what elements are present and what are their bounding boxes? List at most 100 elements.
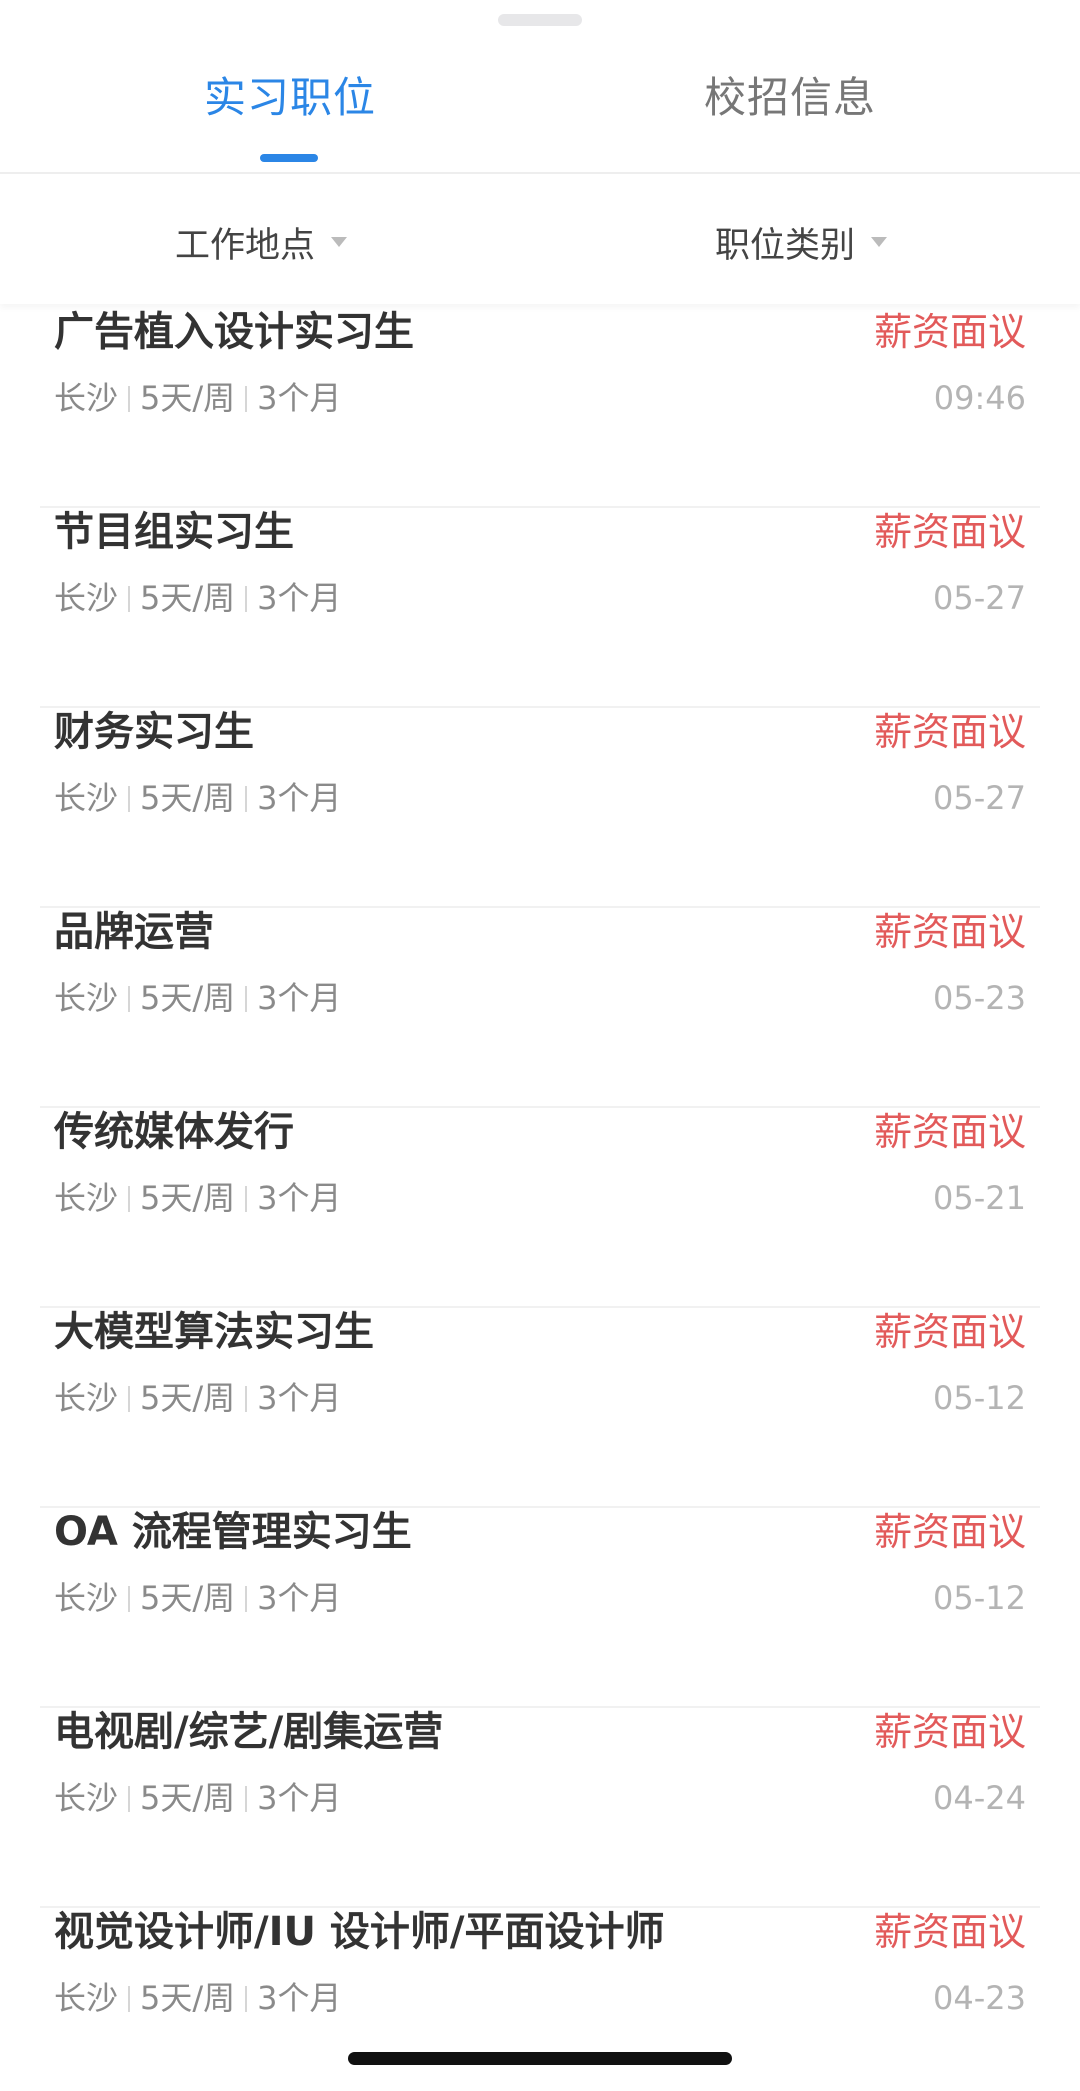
caret-down-icon [871, 237, 888, 247]
job-salary: 薪资面议 [873, 910, 1026, 954]
job-meta: 长沙 5天/周 3个月 [54, 376, 342, 420]
job-salary: 薪资面议 [873, 1710, 1026, 1754]
job-meta: 长沙 5天/周 3个月 [54, 1776, 342, 1820]
job-title: 电视剧/综艺/剧集运营 [54, 1709, 444, 1755]
job-duration: 3个月 [257, 779, 342, 817]
job-title: OA 流程管理实习生 [54, 1509, 412, 1555]
separator [245, 786, 248, 812]
job-city: 长沙 [54, 979, 119, 1017]
job-title: 大模型算法实习生 [54, 1309, 374, 1355]
active-tab-indicator [260, 154, 318, 162]
job-item[interactable]: 传统媒体发行 薪资面议长沙 5天/周 3个月 05-21 [40, 1108, 1040, 1308]
job-item[interactable]: 广告植入设计实习生 薪资面议 长沙 5天/周 3个月 09:46 [40, 308, 1040, 508]
job-days: 5天/周 [140, 1379, 236, 1417]
separator [245, 1186, 248, 1212]
job-days: 5天/周 [140, 779, 236, 817]
job-days: 5天/周 [140, 1979, 236, 2014]
tab-internships[interactable]: 实习职位 [140, 68, 440, 128]
job-date: 05-27 [933, 579, 1026, 617]
separator [245, 1586, 248, 1612]
separator [245, 1786, 248, 1812]
job-title: 财务实习生 [54, 709, 254, 755]
job-date: 05-23 [933, 979, 1026, 1017]
job-item[interactable]: 视觉设计师/IU 设计师/平面设计师 薪资面议长沙 5天/周 3个月 04-23 [40, 1908, 1040, 2014]
job-list[interactable]: 广告植入设计实习生 薪资面议 长沙 5天/周 3个月 09:46 节目组实习生薪资面… [0, 304, 1080, 2014]
filter-category-dropdown[interactable]: 职位类别 [715, 214, 888, 270]
tab-bar: 实习职位 校招信息 [0, 40, 1080, 174]
job-title: 品牌运营 [54, 909, 214, 955]
job-date: 09:46 [933, 379, 1026, 417]
job-days: 5天/周 [140, 1779, 236, 1817]
job-duration: 3个月 [257, 379, 342, 417]
tab-campus-recruitment[interactable]: 校招信息 [640, 68, 940, 128]
job-title: 广告植入设计实习生 [54, 309, 414, 355]
job-duration: 3个月 [257, 1579, 342, 1617]
job-item[interactable]: 大模型算法实习生 薪资面议长沙 5天/周 3个月 05-12 [40, 1308, 1040, 1508]
caret-down-icon [331, 237, 348, 247]
job-title: 节目组实习生 [54, 509, 294, 555]
filter-category-label: 职位类别 [715, 225, 856, 266]
job-title: 视觉设计师/IU 设计师/平面设计师 [54, 1909, 665, 1955]
job-salary: 薪资面议 [873, 1110, 1026, 1154]
job-date: 05-12 [933, 1579, 1026, 1617]
job-duration: 3个月 [257, 579, 342, 617]
job-days: 5天/周 [140, 379, 236, 417]
job-duration: 3个月 [257, 979, 342, 1017]
job-meta: 长沙 5天/周 3个月 [54, 1376, 342, 1420]
job-city: 长沙 [54, 1779, 119, 1817]
job-salary: 薪资面议 [873, 710, 1026, 754]
separator [128, 1386, 131, 1412]
job-duration: 3个月 [257, 1179, 342, 1217]
home-indicator [348, 2052, 732, 2065]
job-item[interactable]: 品牌运营 薪资面议长沙 5天/周 3个月 05-23 [40, 908, 1040, 1108]
job-duration: 3个月 [257, 1779, 342, 1817]
separator [128, 386, 131, 412]
job-city: 长沙 [54, 1579, 119, 1617]
job-days: 5天/周 [140, 1179, 236, 1217]
job-days: 5天/周 [140, 1579, 236, 1617]
separator [128, 786, 131, 812]
filter-bar: 工作地点 职位类别 [0, 176, 1080, 304]
separator [245, 586, 248, 612]
job-date: 04-23 [933, 1979, 1026, 2014]
job-meta: 长沙 5天/周 3个月 [54, 776, 342, 820]
job-title: 传统媒体发行 [54, 1109, 294, 1155]
job-meta: 长沙 5天/周 3个月 [54, 1176, 342, 1220]
job-city: 长沙 [54, 1379, 119, 1417]
job-city: 长沙 [54, 1979, 119, 2014]
job-item[interactable]: 财务实习生 薪资面议 长沙 5天/周 3个月 05-27 [40, 708, 1040, 908]
job-meta: 长沙 5天/周 3个月 [54, 1976, 342, 2014]
job-city: 长沙 [54, 779, 119, 817]
job-city: 长沙 [54, 1179, 119, 1217]
separator [128, 586, 131, 612]
job-item[interactable]: 电视剧/综艺/剧集运营 薪资面议长沙 5天/周 3个月 04-24 [40, 1708, 1040, 1908]
job-salary: 薪资面议 [873, 1510, 1026, 1554]
separator [128, 986, 131, 1012]
job-city: 长沙 [54, 379, 119, 417]
job-item[interactable]: OA 流程管理实习生 薪资面议长沙 5天/周 3个月 05-12 [40, 1508, 1040, 1708]
filter-location-dropdown[interactable]: 工作地点 [175, 214, 348, 270]
separator [128, 1786, 131, 1812]
job-date: 05-21 [933, 1179, 1026, 1217]
job-days: 5天/周 [140, 979, 236, 1017]
job-duration: 3个月 [257, 1379, 342, 1417]
filter-location-label: 工作地点 [175, 225, 316, 266]
sheet-grabber-handle[interactable] [498, 14, 582, 26]
job-days: 5天/周 [140, 579, 236, 617]
job-meta: 长沙 5天/周 3个月 [54, 1576, 342, 1620]
separator [245, 986, 248, 1012]
job-date: 05-12 [933, 1379, 1026, 1417]
bottom-sheet: 实习职位 校招信息 工作地点 职位类别 广告植入设计实习生 薪资面议 长沙 5天/… [0, 0, 1080, 2091]
separator [245, 1986, 248, 2012]
job-city: 长沙 [54, 579, 119, 617]
job-salary: 薪资面议 [873, 1310, 1026, 1354]
job-meta: 长沙 5天/周 3个月 [54, 976, 342, 1020]
separator [245, 386, 248, 412]
job-salary: 薪资面议 [873, 1910, 1026, 1954]
separator [245, 1386, 248, 1412]
job-date: 04-24 [933, 1779, 1026, 1817]
separator [128, 1586, 131, 1612]
separator [128, 1986, 131, 2012]
job-item[interactable]: 节目组实习生 薪资面议 长沙 5天/周 3个月 05-27 [40, 508, 1040, 708]
job-duration: 3个月 [257, 1979, 342, 2014]
